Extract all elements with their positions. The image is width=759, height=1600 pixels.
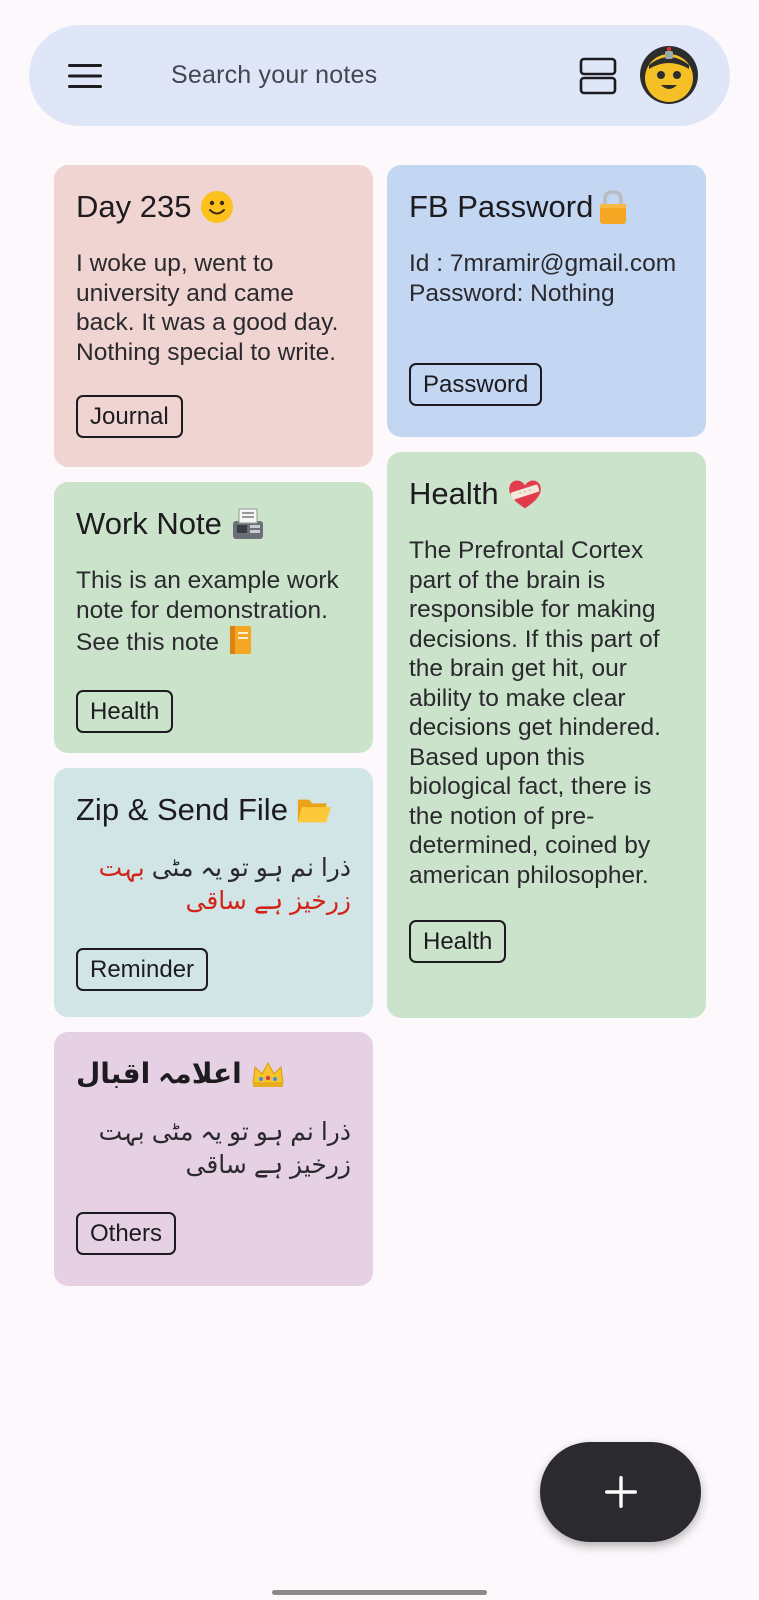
gesture-navigation-bar[interactable] xyxy=(272,1590,487,1595)
note-body-line: Password: Nothing xyxy=(409,279,615,307)
open-folder-emoji xyxy=(296,792,332,828)
note-body-text: This is an example work note for demonst… xyxy=(76,567,339,656)
avatar[interactable] xyxy=(639,45,699,105)
fax-machine-emoji xyxy=(230,506,266,542)
note-title-text: Work Note xyxy=(76,506,222,541)
notebook-emoji xyxy=(226,625,254,655)
note-title: Work Note xyxy=(76,504,351,544)
note-body: ذرا نم ہو تو یہ مٹی بہت زرخیز ہے ساقی xyxy=(98,1118,351,1179)
search-input[interactable] xyxy=(171,25,551,126)
note-title-text: FB Password xyxy=(409,189,594,224)
note-title-text: Day 235 xyxy=(76,189,192,224)
mending-heart-emoji xyxy=(507,476,543,512)
note-card-day-235[interactable]: Day 235 I woke up, went to university an… xyxy=(54,165,373,467)
note-body: I woke up, went to university and came b… xyxy=(76,250,339,366)
add-note-button[interactable] xyxy=(540,1442,701,1542)
note-card-allama-iqbal[interactable]: اعلامہ اقبال ذرا نم ہو تو یہ مٹی بہت زرخ… xyxy=(54,1032,373,1286)
note-title: اعلامہ اقبال xyxy=(76,1054,351,1094)
note-card-work-note[interactable]: Work Note This is an example work note f… xyxy=(54,482,373,753)
note-body: The Prefrontal Cortex part of the brain … xyxy=(409,537,661,889)
note-title: Day 235 xyxy=(76,187,351,227)
note-card-health[interactable]: Health The Prefrontal Cortex part of the… xyxy=(387,452,706,1018)
note-body: ذرا نم ہو تو یہ مٹی بہت زرخیز ہے ساقی xyxy=(76,852,351,918)
lock-emoji xyxy=(595,189,631,225)
note-label-chip[interactable]: Password xyxy=(409,363,543,406)
note-title-text: Zip & Send File xyxy=(76,792,288,827)
note-label-chip[interactable]: Journal xyxy=(76,395,183,438)
note-title: FB Password xyxy=(409,187,684,227)
search-bar[interactable] xyxy=(29,25,730,126)
note-body-text: ذرا نم ہو تو یہ مٹی xyxy=(151,854,351,882)
note-body: Id : 7mramir@gmail.com Password: Nothing xyxy=(409,249,684,308)
plus-icon xyxy=(604,1476,637,1508)
note-title-text: Health xyxy=(409,476,499,511)
slightly-smiling-face-emoji xyxy=(199,189,235,225)
notes-column-left: Day 235 I woke up, went to university an… xyxy=(54,165,373,1301)
note-title-text: اعلامہ اقبال xyxy=(76,1058,242,1089)
note-title: Zip & Send File xyxy=(76,790,351,830)
view-agenda-icon xyxy=(579,57,617,95)
hamburger-menu-icon xyxy=(68,64,102,88)
crown-emoji xyxy=(250,1056,286,1092)
robot-avatar-icon xyxy=(640,46,698,104)
notes-column-right: FB Password Id : 7mramir@gmail.com Passw… xyxy=(387,165,706,1033)
note-label-chip[interactable]: Reminder xyxy=(76,948,209,991)
note-title: Health xyxy=(409,474,684,514)
notes-app: Day 235 I woke up, went to university an… xyxy=(0,0,759,1600)
note-card-zip-send-file[interactable]: Zip & Send File ذرا نم ہو تو یہ مٹی بہت … xyxy=(54,768,373,1017)
note-card-fb-password[interactable]: FB Password Id : 7mramir@gmail.com Passw… xyxy=(387,165,706,437)
menu-button[interactable] xyxy=(60,51,110,101)
note-body-line: Id : 7mramir@gmail.com xyxy=(409,250,677,277)
note-label-chip[interactable]: Health xyxy=(76,689,174,733)
note-label-chip[interactable]: Health xyxy=(409,920,507,963)
layout-toggle-button[interactable] xyxy=(574,52,622,100)
note-label-chip[interactable]: Others xyxy=(76,1212,177,1255)
note-body: This is an example work note for demonst… xyxy=(76,566,351,658)
